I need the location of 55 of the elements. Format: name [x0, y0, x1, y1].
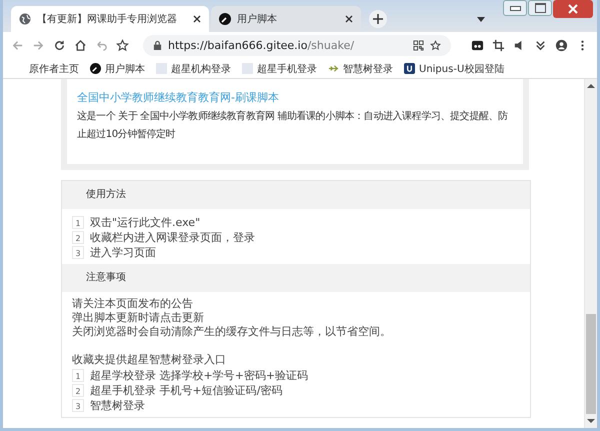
- account-icon[interactable]: [555, 39, 568, 52]
- u-logo-icon: [404, 63, 415, 74]
- step-text: 收藏栏内进入网课登录页面，登录: [90, 230, 255, 244]
- close-icon[interactable]: [345, 15, 353, 23]
- section-heading: 使用方法: [62, 181, 530, 209]
- step-number: 2: [72, 230, 84, 244]
- step-text: 超星学校登录 选择学校+学号+密码+验证码: [90, 368, 308, 382]
- caret-icon[interactable]: [477, 17, 485, 22]
- step-text: 双击"运行此文件.exe": [90, 214, 200, 230]
- qr-code-icon[interactable]: [413, 40, 424, 51]
- lock-icon: [153, 40, 162, 51]
- page-icon: [242, 63, 253, 74]
- notice-line: 请关注本页面发布的公告: [72, 297, 194, 311]
- section-heading: 注意事项: [62, 264, 530, 292]
- browser-tab[interactable]: 用户脚本: [211, 6, 361, 32]
- star-icon[interactable]: [116, 39, 129, 52]
- notice-line: 弹出脚本更新时请点击更新: [72, 311, 205, 325]
- home-icon[interactable]: [74, 39, 87, 52]
- step-number: 2: [72, 384, 84, 396]
- bookmark[interactable]: Unipus-U校园登陆: [404, 62, 504, 76]
- bookmark[interactable]: 超星手机登录: [242, 62, 317, 76]
- step-text: 进入学习页面: [90, 244, 156, 260]
- wrench-icon: [219, 13, 231, 25]
- bookmark[interactable]: 超星机构登录: [156, 62, 231, 76]
- notice-line: 关闭浏览器时会自动清除产生的缓存文件与日志等，以节省空间。: [72, 325, 392, 339]
- bookmark[interactable]: 原作者主页: [29, 62, 79, 76]
- extension-icon[interactable]: [471, 39, 484, 52]
- globe-icon: [19, 13, 31, 25]
- scroll-down-icon[interactable]: [587, 418, 595, 424]
- step-number: 3: [72, 398, 84, 412]
- page-icon: [156, 63, 167, 74]
- new-tab-icon[interactable]: [369, 10, 387, 28]
- minimize-icon[interactable]: [503, 0, 527, 16]
- scrollbar[interactable]: [584, 79, 597, 428]
- maximize-icon[interactable]: [528, 0, 552, 16]
- crop-icon[interactable]: [492, 39, 505, 52]
- plane-icon: [328, 63, 339, 74]
- close-icon[interactable]: [193, 15, 201, 23]
- step-number: 1: [72, 216, 84, 228]
- reload-icon[interactable]: [53, 39, 66, 52]
- step-number: 3: [72, 246, 84, 258]
- step-text: 智慧树登录: [90, 398, 145, 412]
- double-chevron-icon[interactable]: [534, 39, 547, 52]
- bookmark[interactable]: 用户脚本: [90, 62, 145, 76]
- scroll-up-icon[interactable]: [587, 83, 595, 89]
- bookmark[interactable]: 智慧树登录: [328, 62, 393, 76]
- step-text: 超星手机登录 手机号+短信验证码/密码: [90, 382, 282, 398]
- browser-tab[interactable]: 【有更新】网课助手专用浏览器: [11, 6, 209, 32]
- scrollbar-thumb[interactable]: [586, 314, 596, 414]
- step-number: 1: [72, 368, 84, 382]
- star-icon[interactable]: [430, 40, 441, 51]
- script-description: 这是一个 关于 全国中小学教师继续教育教育网 辅助看课的小脚本：自动进入课程学习、提交提醒、防止超过10分钟暂停定时: [77, 110, 509, 142]
- wrench-icon: [90, 63, 101, 74]
- address-bar[interactable]: https://baifan666.gitee.io/shuake/: [143, 35, 451, 56]
- notice-line: 收藏夹提供超星智慧树登录入口: [72, 353, 227, 367]
